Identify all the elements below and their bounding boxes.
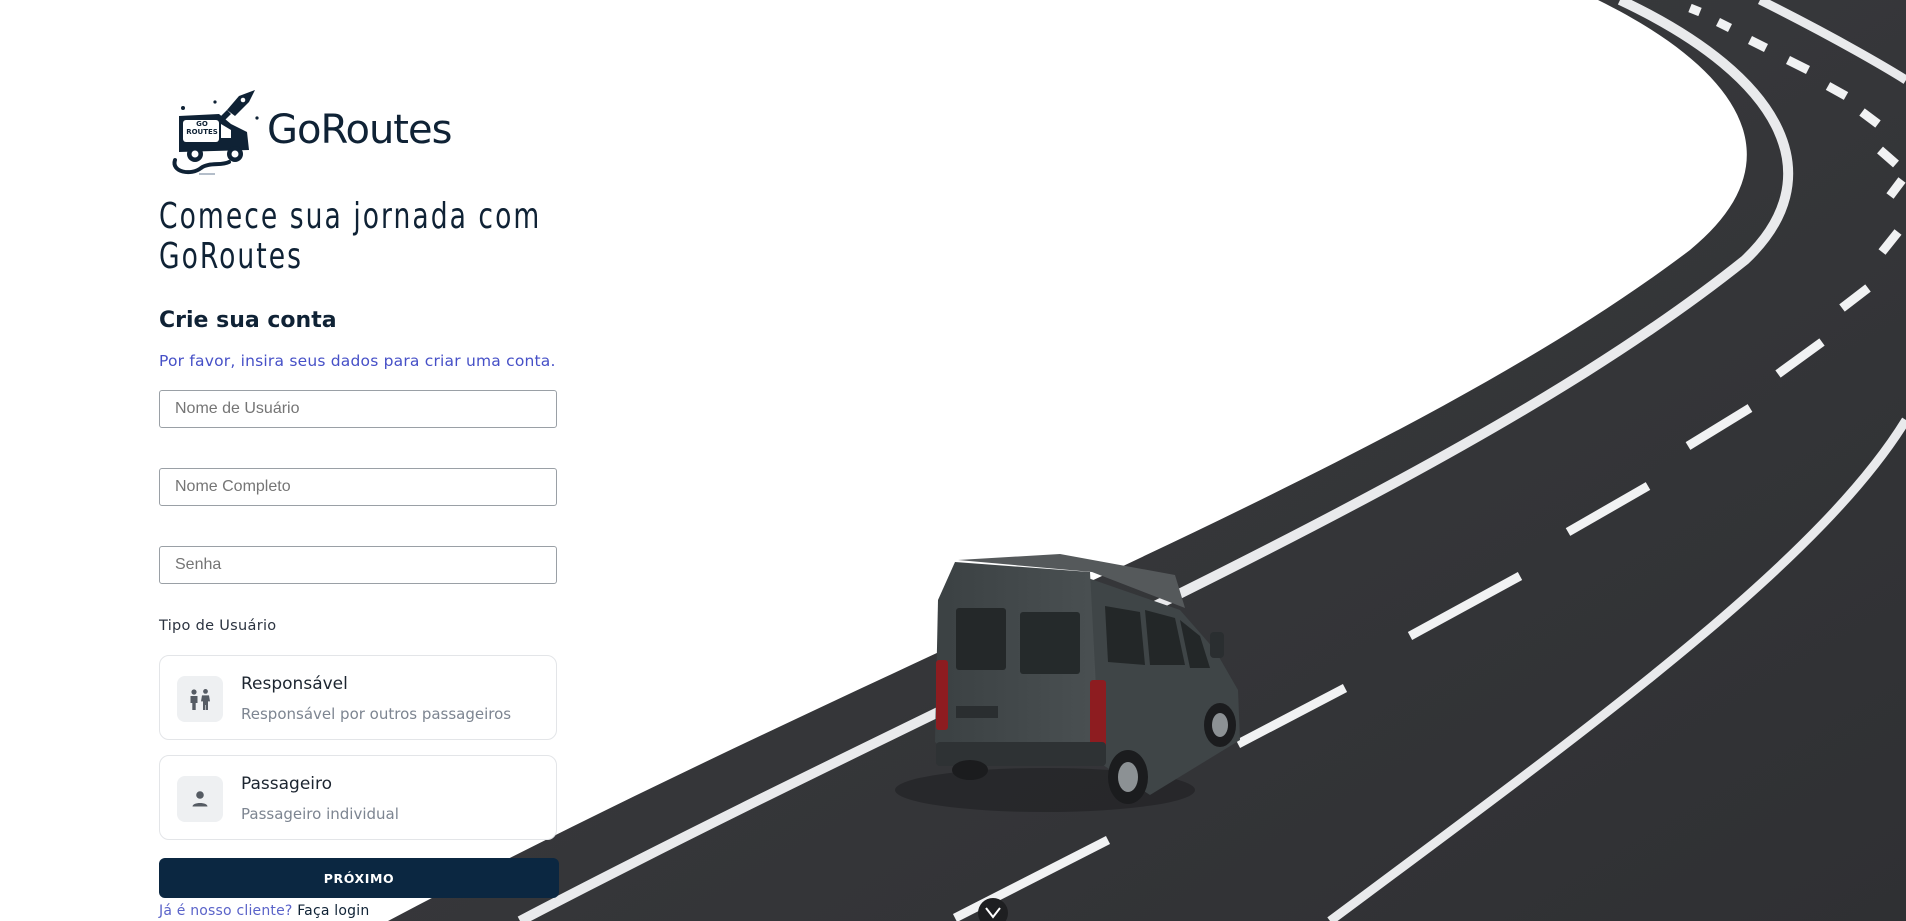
person-icon <box>177 776 223 822</box>
user-type-option-responsavel[interactable]: Responsável Responsável por outros passa… <box>159 655 557 740</box>
user-type-option-passageiro[interactable]: Passageiro Passageiro individual <box>159 755 557 840</box>
username-field-box <box>159 390 557 428</box>
page-headline: Comece sua jornada com GoRoutes <box>159 197 539 277</box>
headline-line-1: Comece sua jornada com <box>159 196 542 237</box>
option-title-passageiro: Passageiro <box>241 774 333 794</box>
login-question: Já é nosso cliente? <box>159 903 293 919</box>
password-input[interactable] <box>160 547 556 583</box>
brand-logo: GO ROUTES GoRoutes <box>169 88 452 176</box>
user-type-label: Tipo de Usuário <box>159 618 277 634</box>
brand-name: GoRoutes <box>267 107 452 153</box>
form-subtitle: Por favor, insira seus dados para criar … <box>159 352 556 370</box>
option-description-responsavel: Responsável por outros passageiros <box>241 705 512 723</box>
login-prompt: Já é nosso cliente? Faça login <box>159 903 369 919</box>
login-link[interactable]: Faça login <box>297 903 369 919</box>
next-button[interactable]: PRÓXIMO <box>159 858 559 898</box>
fullname-field-box <box>159 468 557 506</box>
form-title: Crie sua conta <box>159 308 337 333</box>
username-input[interactable] <box>160 391 556 427</box>
password-field-box <box>159 546 557 584</box>
headline-line-2: GoRoutes <box>159 236 304 277</box>
fullname-input[interactable] <box>160 469 556 505</box>
logo-badge-text: GO ROUTES <box>186 120 218 136</box>
option-title-responsavel: Responsável <box>241 674 348 694</box>
signup-panel: GO ROUTES GoRoutes Comece sua jornada co… <box>159 0 559 921</box>
option-description-passageiro: Passageiro individual <box>241 805 399 823</box>
family-icon <box>177 676 223 722</box>
